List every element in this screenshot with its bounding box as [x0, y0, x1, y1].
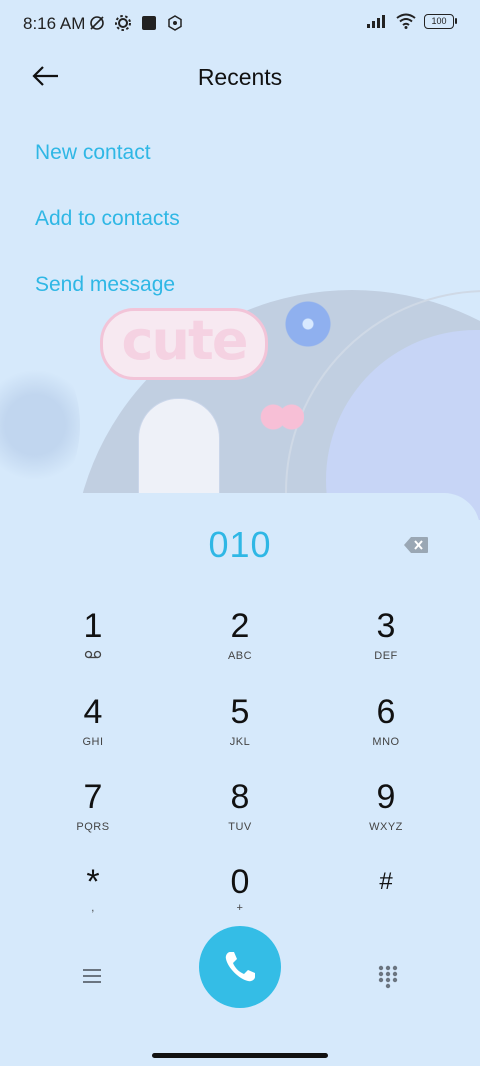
- home-indicator[interactable]: [152, 1053, 328, 1058]
- key-letters: +: [236, 902, 244, 914]
- key-2[interactable]: 2 ABC: [180, 608, 300, 680]
- key-digit: 2: [230, 607, 250, 645]
- wallpaper-cute-text: cute: [100, 308, 268, 380]
- call-button[interactable]: [199, 926, 281, 1008]
- wallpaper-flower: [284, 300, 332, 348]
- wallpaper-bow: [260, 400, 304, 434]
- phone-icon: [225, 952, 255, 982]
- status-notification-icons: [88, 14, 184, 32]
- backspace-icon[interactable]: [403, 536, 429, 554]
- battery-indicator: 100: [424, 13, 457, 29]
- key-letters: GHI: [82, 736, 104, 748]
- key-digit: 8: [230, 778, 250, 816]
- key-letters: MNO: [372, 736, 400, 748]
- hexagon-app-icon: [168, 15, 182, 31]
- voicemail-icon: [84, 650, 102, 659]
- key-digit: 1: [83, 607, 103, 645]
- key-digit: 6: [376, 693, 396, 731]
- key-1[interactable]: 1: [33, 608, 153, 680]
- send-message-link[interactable]: Send message: [35, 273, 175, 297]
- key-9[interactable]: 9 WXYZ: [326, 779, 446, 851]
- key-digit: 9: [376, 778, 396, 816]
- key-digit: 4: [83, 693, 103, 731]
- key-digit: *: [86, 863, 100, 901]
- key-7[interactable]: 7 PQRS: [33, 779, 153, 851]
- key-letters: TUV: [228, 821, 252, 833]
- key-6[interactable]: 6 MNO: [326, 694, 446, 766]
- new-contact-link[interactable]: New contact: [35, 141, 151, 165]
- square-notification-icon: [142, 16, 156, 30]
- key-digit: 7: [83, 778, 103, 816]
- key-4[interactable]: 4 GHI: [33, 694, 153, 766]
- key-digit: 5: [230, 693, 250, 731]
- alarm-off-icon: [90, 16, 104, 30]
- key-3[interactable]: 3 DEF: [326, 608, 446, 680]
- key-star[interactable]: * ,: [33, 864, 153, 936]
- key-digit: 3: [376, 607, 396, 645]
- key-digit: #: [379, 868, 393, 895]
- key-letters: ABC: [227, 650, 253, 662]
- wallpaper-leaves: [0, 350, 80, 500]
- key-digit: 0: [230, 863, 250, 901]
- key-letters: WXYZ: [369, 821, 403, 833]
- key-letters: DEF: [374, 650, 398, 662]
- signal-icon: [367, 15, 385, 28]
- key-hash[interactable]: #: [326, 864, 446, 936]
- status-system-icons: 100: [366, 13, 457, 29]
- status-bar: 8:16 AM 100: [0, 0, 480, 48]
- wifi-icon: [396, 13, 416, 29]
- add-to-contacts-link[interactable]: Add to contacts: [35, 207, 180, 231]
- key-letters: JKL: [229, 736, 251, 748]
- page-title: Recents: [197, 64, 283, 90]
- key-letters: ,: [91, 902, 95, 914]
- status-time: 8:16 AM: [23, 14, 86, 33]
- key-5[interactable]: 5 JKL: [180, 694, 300, 766]
- menu-icon[interactable]: [80, 964, 104, 988]
- key-letters: PQRS: [76, 821, 110, 833]
- settings-icon: [115, 15, 131, 31]
- key-8[interactable]: 8 TUV: [180, 779, 300, 851]
- dialpad-icon[interactable]: [376, 964, 400, 990]
